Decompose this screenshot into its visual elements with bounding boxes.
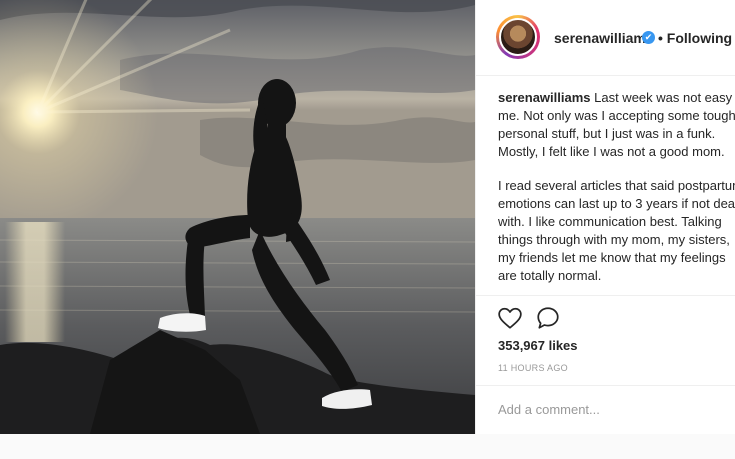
speech-bubble-icon[interactable] xyxy=(535,305,561,331)
instagram-post: serenawilliams ✔ • Following serenawilli… xyxy=(0,0,735,434)
caption-line: are totally normal. xyxy=(498,268,602,283)
following-button[interactable]: • Following xyxy=(658,30,732,46)
avatar-image xyxy=(499,18,537,56)
caption-line: my friends let me know that my feelings xyxy=(498,250,726,265)
post-sidebar: serenawilliams ✔ • Following serenawilli… xyxy=(476,0,735,434)
sunset-silhouette-image xyxy=(0,0,475,434)
username-link[interactable]: serenawilliams xyxy=(554,30,654,46)
caption-line: personal stuff, but I just was in a funk… xyxy=(498,126,716,141)
caption-line: with. I like communication best. Talking xyxy=(498,214,722,229)
post-caption: serenawilliams Last week was not easy fo… xyxy=(498,89,735,301)
divider xyxy=(476,385,735,386)
verified-badge-icon: ✔ xyxy=(642,31,655,44)
likes-count[interactable]: 353,967 likes xyxy=(498,338,578,353)
caption-author-link[interactable]: serenawilliams xyxy=(498,90,591,105)
post-timestamp[interactable]: 11 HOURS AGO xyxy=(498,363,568,373)
caption-line: things through with my mom, my sisters, xyxy=(498,232,730,247)
post-header: serenawilliams ✔ • Following xyxy=(476,0,735,76)
avatar[interactable] xyxy=(496,15,540,59)
post-photo[interactable] xyxy=(0,0,475,434)
comment-input[interactable] xyxy=(498,400,728,418)
page-background xyxy=(0,434,735,459)
heart-icon[interactable] xyxy=(497,305,523,331)
divider xyxy=(476,295,735,296)
caption-line: Mostly, I felt like I was not a good mom… xyxy=(498,144,725,159)
caption-line: Last week was not easy for xyxy=(594,90,735,105)
caption-line: me. Not only was I accepting some tough xyxy=(498,108,735,123)
caption-line: I read several articles that said postpa… xyxy=(498,178,735,193)
caption-line: emotions can last up to 3 years if not d… xyxy=(498,196,735,211)
